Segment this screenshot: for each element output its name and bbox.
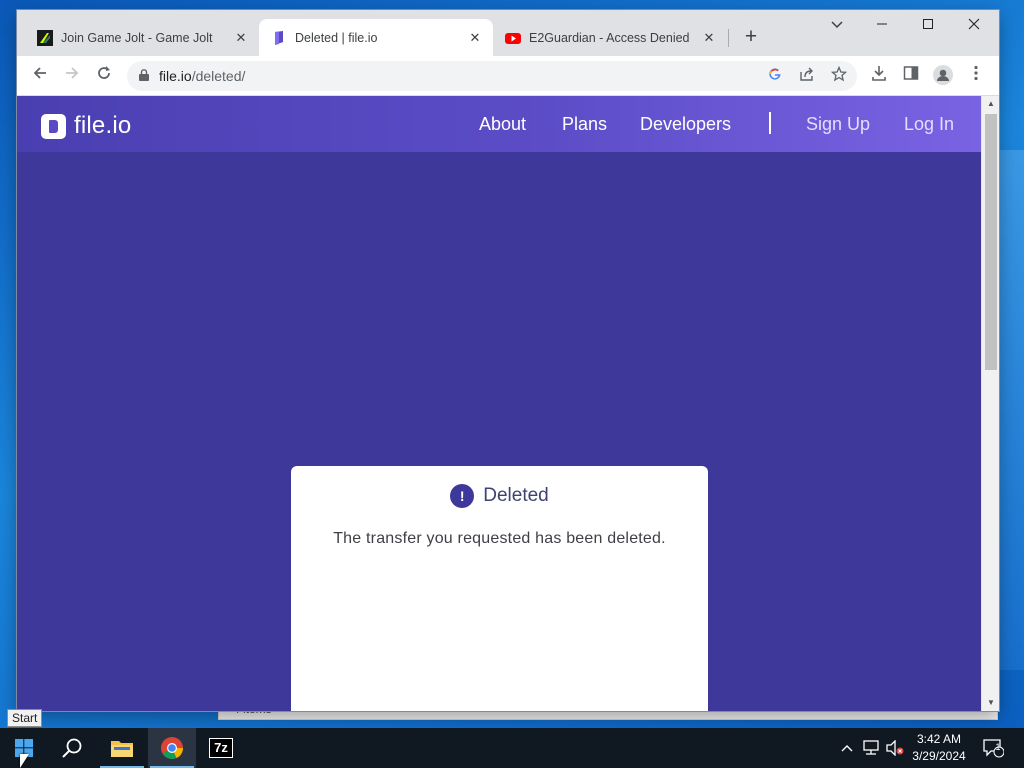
taskbar-7zip[interactable]: 7z	[197, 728, 245, 768]
back-arrow-icon[interactable]	[26, 62, 54, 90]
window-close-icon[interactable]	[951, 12, 997, 40]
folder-icon	[111, 741, 133, 757]
forward-arrow-icon[interactable]	[58, 62, 86, 90]
clock-time: 3:42 AM	[916, 732, 962, 746]
reload-icon[interactable]	[90, 62, 118, 90]
page-viewport: file.io About Plans Developers Sign Up L…	[17, 96, 981, 711]
site-header: file.io About Plans Developers Sign Up L…	[17, 96, 981, 152]
new-tab-icon[interactable]: +	[737, 24, 765, 52]
fileio-logo-icon	[41, 113, 66, 139]
scroll-thumb[interactable]	[985, 114, 997, 370]
tab-strip: Join Game Jolt - Game Jolt ✕ Deleted | f…	[17, 10, 999, 56]
tab-separator	[728, 29, 729, 47]
nav-log-in[interactable]: Log In	[904, 114, 954, 135]
logo-text: file.io	[74, 112, 132, 139]
browser-toolbar: file.io/deleted/	[17, 56, 999, 96]
network-icon[interactable]	[860, 728, 882, 768]
card-header: ! Deleted	[291, 484, 708, 508]
taskbar-chrome[interactable]	[148, 728, 196, 768]
taskbar-file-explorer[interactable]	[98, 728, 146, 768]
tab-gamejolt[interactable]: Join Game Jolt - Game Jolt ✕	[25, 19, 259, 56]
nav-about[interactable]: About	[479, 114, 526, 135]
address-bar[interactable]: file.io/deleted/	[127, 61, 857, 91]
taskbar: 7z 3:42 AM 3/29/2024 1	[0, 728, 1024, 768]
mouse-cursor	[20, 754, 29, 768]
minimize-icon[interactable]	[859, 12, 905, 40]
side-panel-icon[interactable]	[900, 65, 922, 87]
download-icon[interactable]	[868, 65, 890, 87]
close-icon[interactable]: ✕	[701, 30, 717, 46]
url-path: /deleted/	[191, 68, 246, 84]
clock-date: 3/29/2024	[912, 749, 966, 763]
sevenzip-icon: 7z	[209, 738, 233, 758]
close-icon[interactable]: ✕	[467, 30, 483, 46]
show-hidden-icons-chevron-icon[interactable]	[838, 728, 856, 768]
tab-search-chevron-icon[interactable]	[823, 14, 851, 38]
youtube-icon	[505, 32, 521, 44]
page-scrollbar[interactable]: ▲ ▼	[981, 96, 999, 711]
close-icon[interactable]: ✕	[233, 30, 249, 46]
nav-developers[interactable]: Developers	[640, 114, 731, 135]
scroll-up-arrow-icon[interactable]: ▲	[982, 96, 999, 112]
url-host: file.io	[159, 68, 192, 84]
nav-divider	[769, 112, 771, 134]
card-message: The transfer you requested has been dele…	[333, 530, 666, 547]
search-icon	[62, 738, 82, 758]
deleted-card: ! Deleted The transfer you requested has…	[291, 466, 708, 711]
url-text[interactable]: file.io/deleted/	[159, 68, 245, 84]
nav-plans[interactable]: Plans	[562, 114, 607, 135]
tab-fileio[interactable]: Deleted | file.io ✕	[259, 19, 493, 56]
card-title: Deleted	[483, 485, 549, 506]
chrome-icon	[161, 737, 183, 759]
search-button[interactable]	[48, 728, 96, 768]
browser-window: Join Game Jolt - Game Jolt ✕ Deleted | f…	[17, 10, 999, 711]
kebab-menu-icon[interactable]	[965, 65, 987, 87]
action-center-icon[interactable]: 1	[980, 728, 1006, 768]
scroll-down-arrow-icon[interactable]: ▼	[982, 695, 999, 711]
tab-title: Join Game Jolt - Game Jolt	[61, 30, 213, 45]
share-icon[interactable]	[797, 66, 817, 86]
fileio-icon	[275, 30, 283, 45]
site-logo[interactable]: file.io	[41, 112, 131, 140]
lock-icon[interactable]	[139, 69, 149, 81]
profile-avatar-icon[interactable]	[932, 65, 954, 87]
google-translate-icon[interactable]	[765, 66, 785, 86]
start-tooltip: Start	[7, 709, 43, 727]
nav-sign-up[interactable]: Sign Up	[806, 114, 870, 135]
tab-title: E2Guardian - Access Denied	[529, 30, 690, 45]
tab-title: Deleted | file.io	[295, 30, 378, 45]
maximize-icon[interactable]	[905, 12, 951, 40]
notification-count-badge: 1	[995, 742, 1001, 752]
bookmark-star-icon[interactable]	[829, 65, 849, 86]
volume-muted-icon[interactable]	[884, 728, 906, 768]
alert-icon: !	[450, 484, 475, 508]
taskbar-clock[interactable]: 3:42 AM 3/29/2024	[906, 731, 972, 765]
tab-e2guardian[interactable]: E2Guardian - Access Denied ✕	[493, 19, 727, 56]
gamejolt-icon	[37, 29, 53, 46]
